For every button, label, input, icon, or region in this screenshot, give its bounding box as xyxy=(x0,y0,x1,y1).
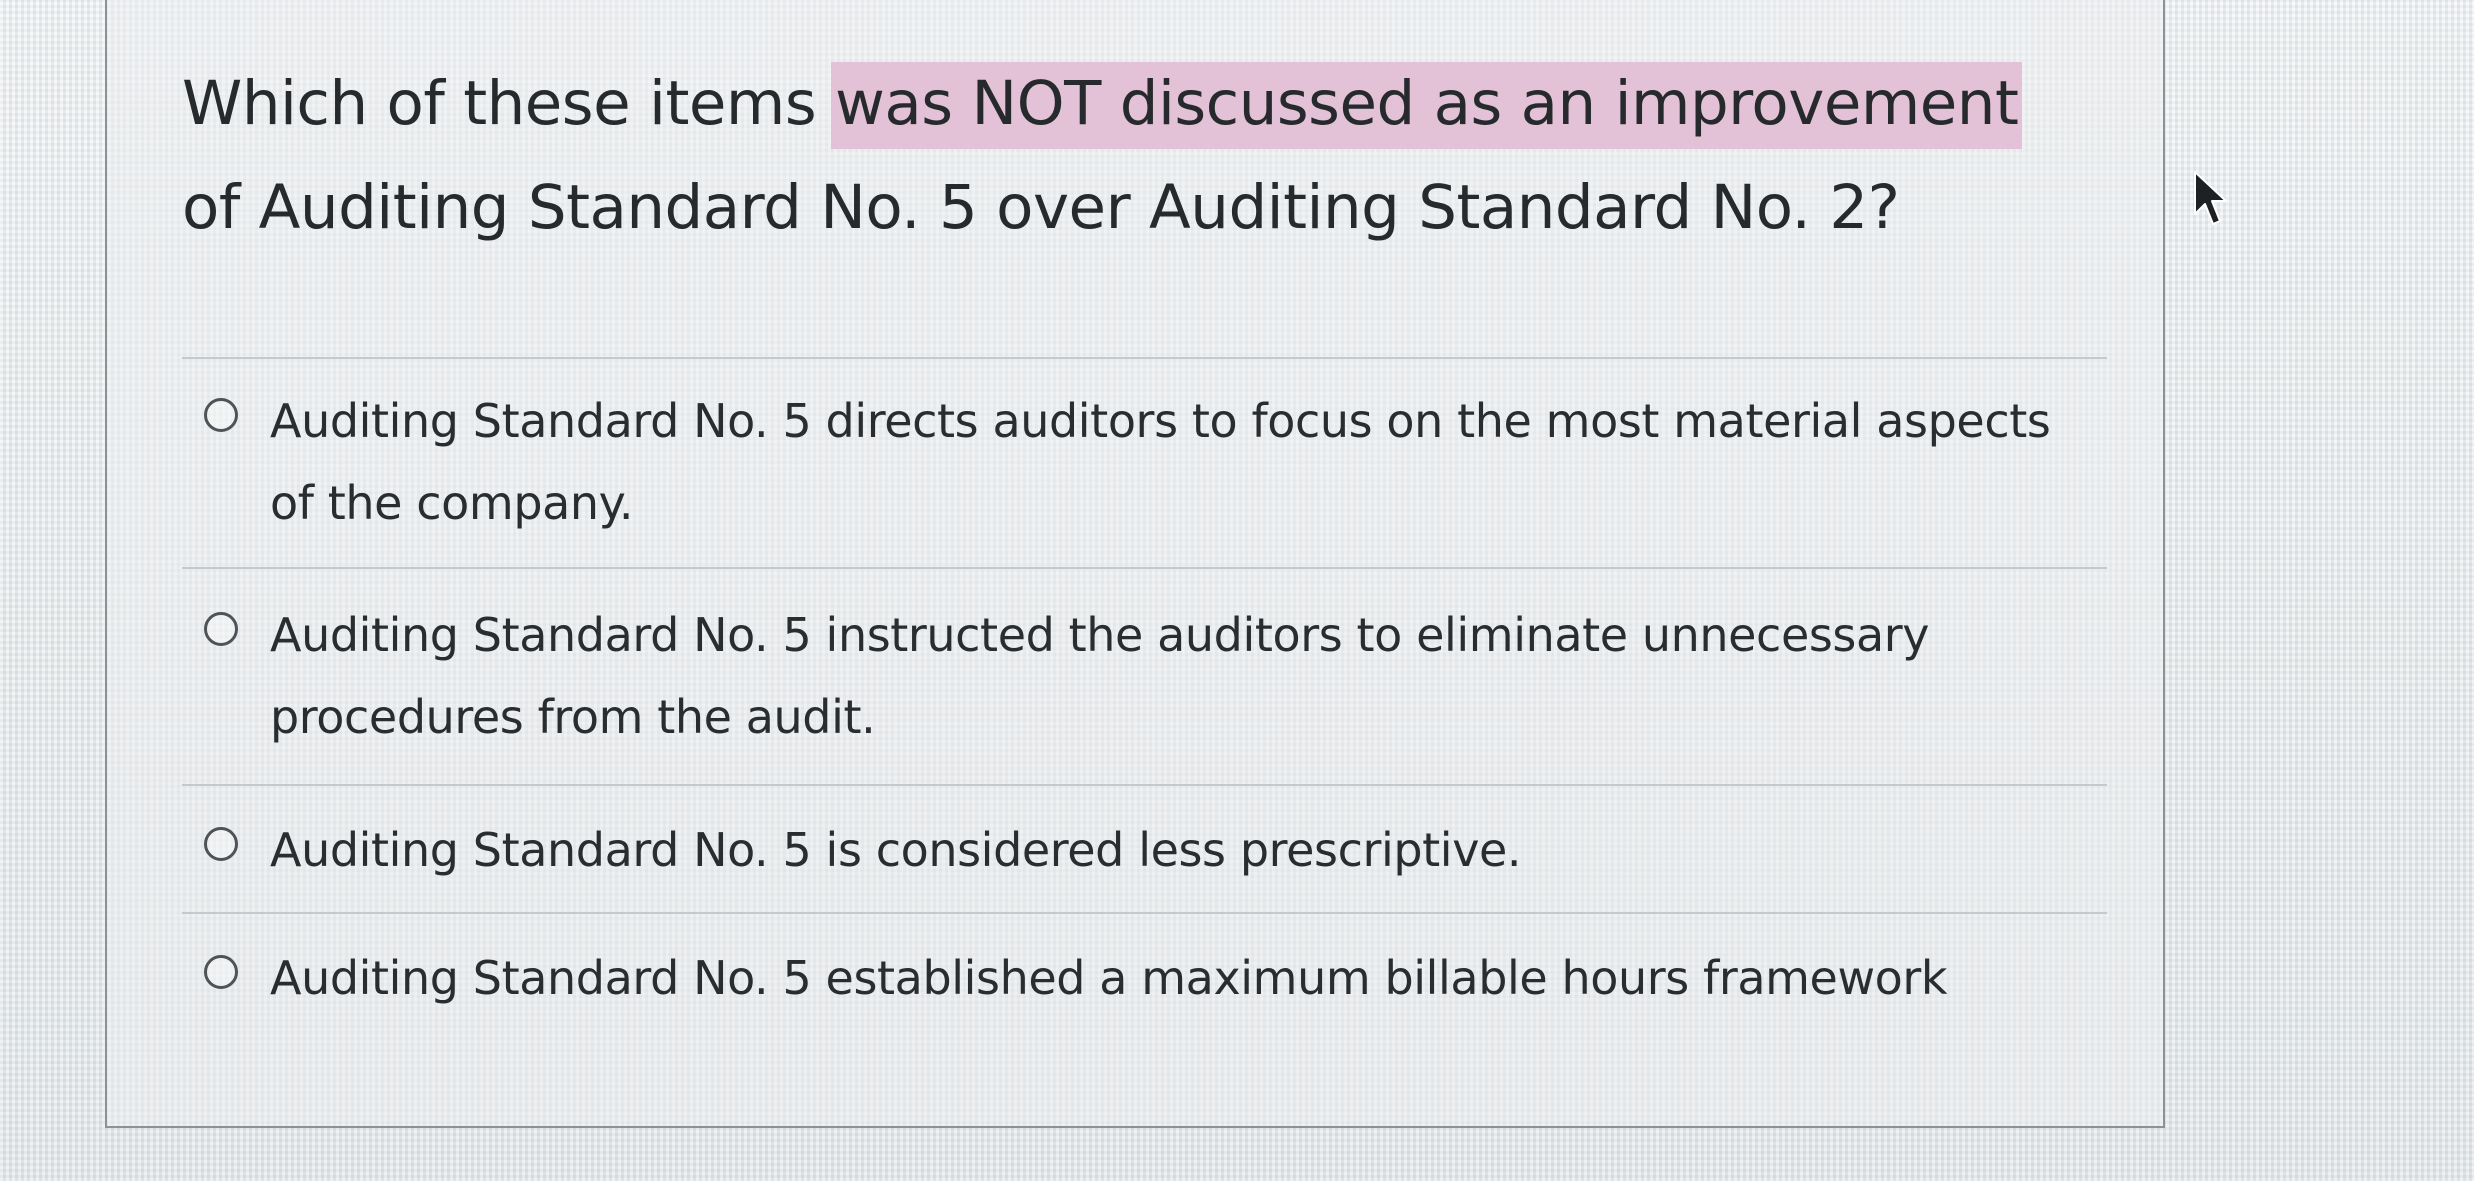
answer-option-1-label[interactable]: Auditing Standard No. 5 directs auditors… xyxy=(270,380,2104,544)
question-text: Which of these items was NOT discussed a… xyxy=(182,52,2162,260)
option-divider-1 xyxy=(182,567,2107,569)
question-line-2: of Auditing Standard No. 5 over Auditing… xyxy=(182,172,1900,243)
answer-option-3-label[interactable]: Auditing Standard No. 5 is considered le… xyxy=(270,809,2104,891)
answer-option-3[interactable]: Auditing Standard No. 5 is considered le… xyxy=(204,809,2104,891)
question-line-1-start: Which of these items xyxy=(182,68,835,139)
radio-button-icon[interactable] xyxy=(204,955,238,989)
answer-option-4-label[interactable]: Auditing Standard No. 5 established a ma… xyxy=(270,937,2104,1019)
option-divider-3 xyxy=(182,912,2107,914)
radio-button-icon[interactable] xyxy=(204,827,238,861)
question-highlight: was NOT discussed as an improvement xyxy=(831,62,2023,149)
answer-option-1[interactable]: Auditing Standard No. 5 directs auditors… xyxy=(204,380,2104,544)
question-line-1: Which of these items was NOT discussed a… xyxy=(182,52,2162,156)
question-card: Which of these items was NOT discussed a… xyxy=(105,0,2165,1128)
answer-option-2[interactable]: Auditing Standard No. 5 instructed the a… xyxy=(204,594,2104,758)
radio-button-icon[interactable] xyxy=(204,612,238,646)
answer-option-2-label[interactable]: Auditing Standard No. 5 instructed the a… xyxy=(270,594,2104,758)
question-divider xyxy=(182,357,2107,359)
answer-option-4[interactable]: Auditing Standard No. 5 established a ma… xyxy=(204,937,2104,1019)
mouse-pointer-icon xyxy=(2194,171,2227,225)
option-divider-2 xyxy=(182,784,2107,786)
radio-button-icon[interactable] xyxy=(204,398,238,432)
